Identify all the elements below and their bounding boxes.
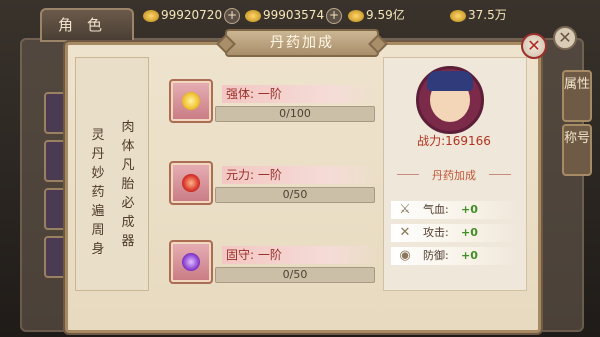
yellow-pill-icon <box>182 92 200 110</box>
progress-text: 0/50 <box>282 268 308 281</box>
resource-coin: 37.5万 <box>450 6 507 24</box>
crossed-swords-icon: ✕ <box>399 225 411 240</box>
pill-slot-vitality[interactable] <box>169 161 213 205</box>
pill-slot-defense[interactable] <box>169 240 213 284</box>
avatar-hat <box>427 71 473 91</box>
stat-defense: ◉ 防御: +0 <box>391 247 519 265</box>
resource-silver: 9.59亿 <box>348 6 405 24</box>
coin-amount: 37.5万 <box>468 8 507 22</box>
stat-value: +0 <box>461 226 478 239</box>
stat-name: 气血: <box>423 203 449 216</box>
tab-title[interactable]: 称号 <box>562 124 592 176</box>
character-tab[interactable]: 角色 <box>40 8 134 42</box>
shield-icon: ◉ <box>399 248 411 263</box>
stat-value: +0 <box>461 203 478 216</box>
ingot-icon <box>245 9 261 22</box>
stat-name: 攻击: <box>423 226 449 239</box>
stat-name: 防御: <box>423 249 449 262</box>
silver-icon <box>348 9 364 22</box>
poem-panel: 肉体凡胎必成器 灵丹妙药遍周身 <box>75 57 149 291</box>
purple-pill-icon <box>182 253 200 271</box>
pill-progress-bar: 0/50 <box>215 267 375 283</box>
ingot-amount: 99903574 <box>263 8 325 22</box>
stat-value: +0 <box>461 249 478 262</box>
poem-line-1: 肉体凡胎必成器 <box>121 120 135 249</box>
add-gold-button[interactable]: + <box>224 7 241 24</box>
pill-progress-bar: 0/100 <box>215 106 375 122</box>
tab-attributes[interactable]: 属性 <box>562 70 592 122</box>
silver-amount: 9.59亿 <box>366 8 405 22</box>
poem-line-2: 灵丹妙药遍周身 <box>91 128 105 257</box>
add-ingot-button[interactable]: + <box>326 7 343 24</box>
gold-coin-icon <box>143 9 159 22</box>
close-button[interactable]: ✕ <box>521 33 547 59</box>
stat-attack: ✕ 攻击: +0 <box>391 224 519 242</box>
resource-ingot: 99903574 + <box>245 6 343 24</box>
panel-close-button[interactable]: ✕ <box>553 26 577 50</box>
progress-text: 0/50 <box>282 188 308 201</box>
pill-progress-bar: 0/50 <box>215 187 375 203</box>
resource-gold: 99920720 + <box>143 6 241 24</box>
coin-icon <box>450 9 466 22</box>
pill-row-label: 强体: 一阶 <box>222 85 378 103</box>
section-title: 丹药加成 <box>419 167 489 183</box>
avatar <box>416 66 484 134</box>
pill-slot-strength[interactable] <box>169 79 213 123</box>
dialog-title: 丹药加成 <box>225 29 379 57</box>
red-pill-icon <box>182 174 200 192</box>
stat-hp: ⚔ 气血: +0 <box>391 201 519 219</box>
pill-row-label: 元力: 一阶 <box>222 166 378 184</box>
sword-icon: ⚔ <box>399 202 411 217</box>
combat-power: 战力:169166 <box>417 134 491 148</box>
progress-text: 0/100 <box>279 107 311 120</box>
gold-amount: 99920720 <box>161 8 223 22</box>
pill-row-label: 固守: 一阶 <box>222 246 378 264</box>
